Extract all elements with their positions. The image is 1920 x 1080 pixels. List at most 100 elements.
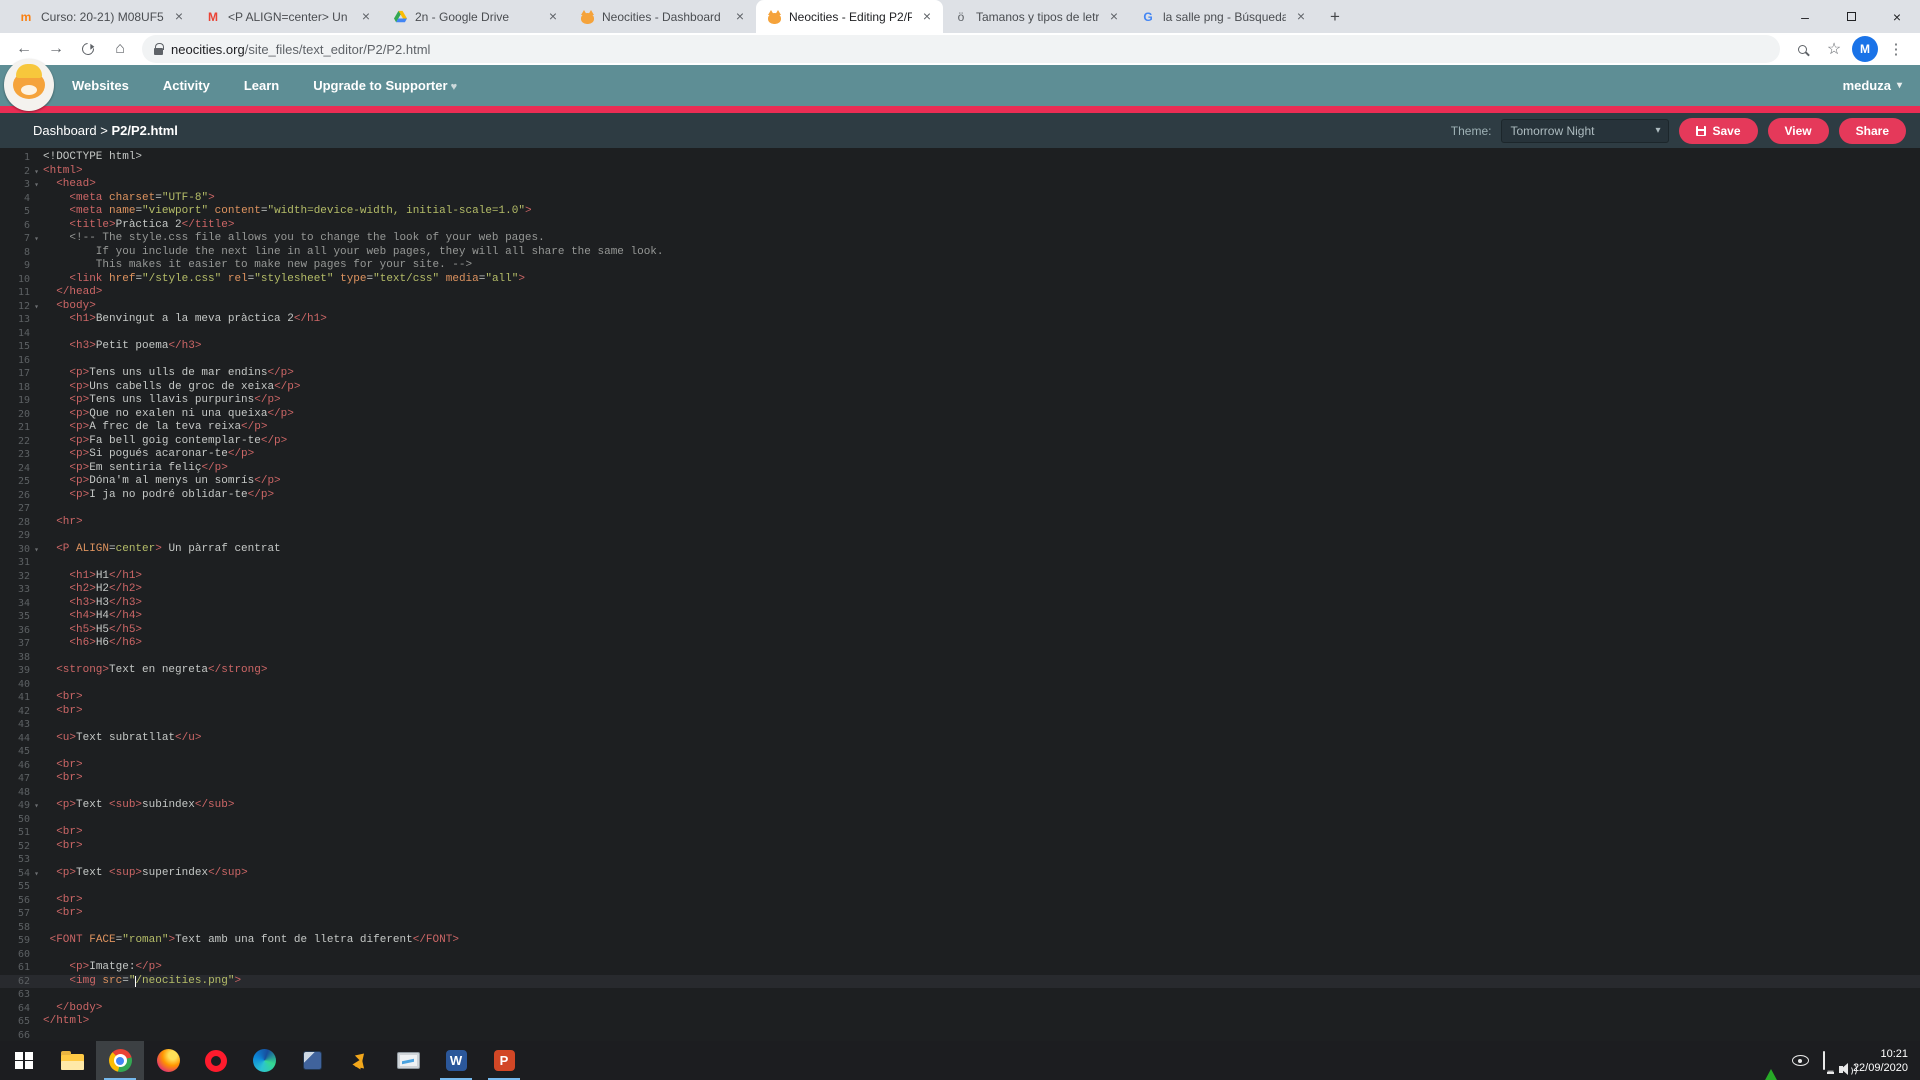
code-line[interactable]: 12▾ <body> [0, 300, 1920, 314]
powerpoint-taskbar-button[interactable]: P [480, 1041, 528, 1080]
code-line[interactable]: 27 [0, 502, 1920, 516]
start-taskbar-button[interactable] [0, 1041, 48, 1080]
code-line[interactable]: 47 <br> [0, 772, 1920, 786]
code-line[interactable]: 17 <p>Tens uns ulls de mar endins</p> [0, 367, 1920, 381]
code-line[interactable]: 30▾ <P ALIGN=center> Un pàrraf centrat [0, 543, 1920, 557]
code-line[interactable]: 44 <u>Text subratllat</u> [0, 732, 1920, 746]
nav-link-activity[interactable]: Activity [163, 78, 210, 93]
code-line[interactable]: 63 [0, 988, 1920, 1002]
tab-close-icon[interactable]: × [545, 9, 561, 25]
reload-button[interactable] [74, 35, 102, 63]
code-line[interactable]: 64 </body> [0, 1002, 1920, 1016]
share-button[interactable]: Share [1839, 118, 1906, 144]
code-line[interactable]: 14 [0, 327, 1920, 341]
tab-close-icon[interactable]: × [358, 9, 374, 25]
code-line[interactable]: 43 [0, 718, 1920, 732]
browser-tab[interactable]: M<P ALIGN=center> Un pàrraf cen× [195, 0, 382, 33]
fold-arrow-icon[interactable]: ▾ [30, 867, 43, 881]
edge-taskbar-button[interactable] [240, 1041, 288, 1080]
code-line[interactable]: 60 [0, 948, 1920, 962]
code-line[interactable]: 16 [0, 354, 1920, 368]
code-line[interactable]: 26 <p>I ja no podré oblidar-te</p> [0, 489, 1920, 503]
virtualbox-taskbar-button[interactable] [288, 1041, 336, 1080]
code-line[interactable]: 37 <h6>H6</h6> [0, 637, 1920, 651]
code-line[interactable]: 11 </head> [0, 286, 1920, 300]
code-line[interactable]: 52 <br> [0, 840, 1920, 854]
code-line[interactable]: 40 [0, 678, 1920, 692]
code-line[interactable]: 59 <FONT FACE="roman">Text amb una font … [0, 934, 1920, 948]
code-line[interactable]: 45 [0, 745, 1920, 759]
close-window-button[interactable]: × [1874, 0, 1920, 33]
code-line[interactable]: 66 [0, 1029, 1920, 1042]
bookmark-star-icon[interactable]: ☆ [1820, 35, 1848, 63]
profile-avatar[interactable]: M [1852, 36, 1878, 62]
code-line[interactable]: 35 <h4>H4</h4> [0, 610, 1920, 624]
theme-select[interactable]: Tomorrow Night ▾ [1501, 119, 1669, 143]
remote-arrows-taskbar-button[interactable] [336, 1041, 384, 1080]
eye-tray-icon[interactable] [1792, 1055, 1809, 1066]
tab-close-icon[interactable]: × [171, 9, 187, 25]
code-line[interactable]: 39 <strong>Text en negreta</strong> [0, 664, 1920, 678]
code-line[interactable]: 41 <br> [0, 691, 1920, 705]
code-line[interactable]: 36 <h5>H5</h5> [0, 624, 1920, 638]
code-line[interactable]: 57 <br> [0, 907, 1920, 921]
code-line[interactable]: 33 <h2>H2</h2> [0, 583, 1920, 597]
tab-close-icon[interactable]: × [1106, 9, 1122, 25]
restore-button[interactable] [1828, 0, 1874, 33]
code-line[interactable]: 15 <h3>Petit poema</h3> [0, 340, 1920, 354]
code-editor[interactable]: 1<!DOCTYPE html>2▾<html>3▾ <head>4 <meta… [0, 148, 1920, 1041]
code-line[interactable]: 1<!DOCTYPE html> [0, 151, 1920, 165]
code-line[interactable]: 58 [0, 921, 1920, 935]
fold-arrow-icon[interactable]: ▾ [30, 178, 43, 192]
fold-arrow-icon[interactable]: ▾ [30, 232, 43, 246]
word-taskbar-button[interactable]: W [432, 1041, 480, 1080]
fold-arrow-icon[interactable]: ▾ [30, 165, 43, 179]
code-line[interactable]: 20 <p>Que no exalen ni una queixa</p> [0, 408, 1920, 422]
taskbar-clock[interactable]: 10:21 22/09/2020 [1853, 1047, 1908, 1075]
new-tab-button[interactable]: + [1321, 3, 1349, 31]
browser-tab[interactable]: mCurso: 20-21) M08UF5. Fonament× [8, 0, 195, 33]
code-line[interactable]: 19 <p>Tens uns llavis purpurins</p> [0, 394, 1920, 408]
code-line[interactable]: 54▾ <p>Text <sup>superíndex</sup> [0, 867, 1920, 881]
code-line[interactable]: 65</html> [0, 1015, 1920, 1029]
green-triangle-tray-icon[interactable] [1764, 1052, 1778, 1070]
code-line[interactable]: 49▾ <p>Text <sub>subíndex</sub> [0, 799, 1920, 813]
home-button[interactable]: ⌂ [106, 35, 134, 63]
code-line[interactable]: 13 <h1>Benvingut a la meva pràctica 2</h… [0, 313, 1920, 327]
code-line[interactable]: 29 [0, 529, 1920, 543]
code-line[interactable]: 6 <title>Pràctica 2</title> [0, 219, 1920, 233]
code-line[interactable]: 7▾ <!-- The style.css file allows you to… [0, 232, 1920, 246]
nav-link-websites[interactable]: Websites [72, 78, 129, 93]
code-line[interactable]: 21 <p>A frec de la teva reixa</p> [0, 421, 1920, 435]
code-line[interactable]: 32 <h1>H1</h1> [0, 570, 1920, 584]
browser-tab[interactable]: Gla salle png - Búsqueda de Goog× [1130, 0, 1317, 33]
code-line[interactable]: 22 <p>Fa bell goig contemplar-te</p> [0, 435, 1920, 449]
fold-arrow-icon[interactable]: ▾ [30, 799, 43, 813]
network-tray-icon[interactable] [1823, 1052, 1825, 1070]
opera-taskbar-button[interactable] [192, 1041, 240, 1080]
tab-close-icon[interactable]: × [919, 9, 935, 25]
code-line[interactable]: 3▾ <head> [0, 178, 1920, 192]
nav-link-learn[interactable]: Learn [244, 78, 279, 93]
lock-icon[interactable] [154, 48, 163, 55]
fold-arrow-icon[interactable]: ▾ [30, 543, 43, 557]
code-line[interactable]: 34 <h3>H3</h3> [0, 597, 1920, 611]
zoom-icon[interactable] [1788, 35, 1816, 63]
code-line[interactable]: 18 <p>Uns cabells de groc de xeixa</p> [0, 381, 1920, 395]
code-line[interactable]: 25 <p>Dóna'm al menys un somrís</p> [0, 475, 1920, 489]
code-line[interactable]: 42 <br> [0, 705, 1920, 719]
code-line[interactable]: 2▾<html> [0, 165, 1920, 179]
system-monitor-taskbar-button[interactable] [384, 1041, 432, 1080]
code-line[interactable]: 62 <img src="/neocities.png"> [0, 975, 1920, 989]
minimize-button[interactable]: – [1782, 0, 1828, 33]
code-line[interactable]: 53 [0, 853, 1920, 867]
code-line[interactable]: 4 <meta charset="UTF-8"> [0, 192, 1920, 206]
code-line[interactable]: 8 If you include the next line in all yo… [0, 246, 1920, 260]
code-line[interactable]: 50 [0, 813, 1920, 827]
tab-close-icon[interactable]: × [1293, 9, 1309, 25]
code-line[interactable]: 46 <br> [0, 759, 1920, 773]
explorer-taskbar-button[interactable] [48, 1041, 96, 1080]
code-line[interactable]: 31 [0, 556, 1920, 570]
browser-tab[interactable]: 2n - Google Drive× [382, 0, 569, 33]
code-line[interactable]: 38 [0, 651, 1920, 665]
